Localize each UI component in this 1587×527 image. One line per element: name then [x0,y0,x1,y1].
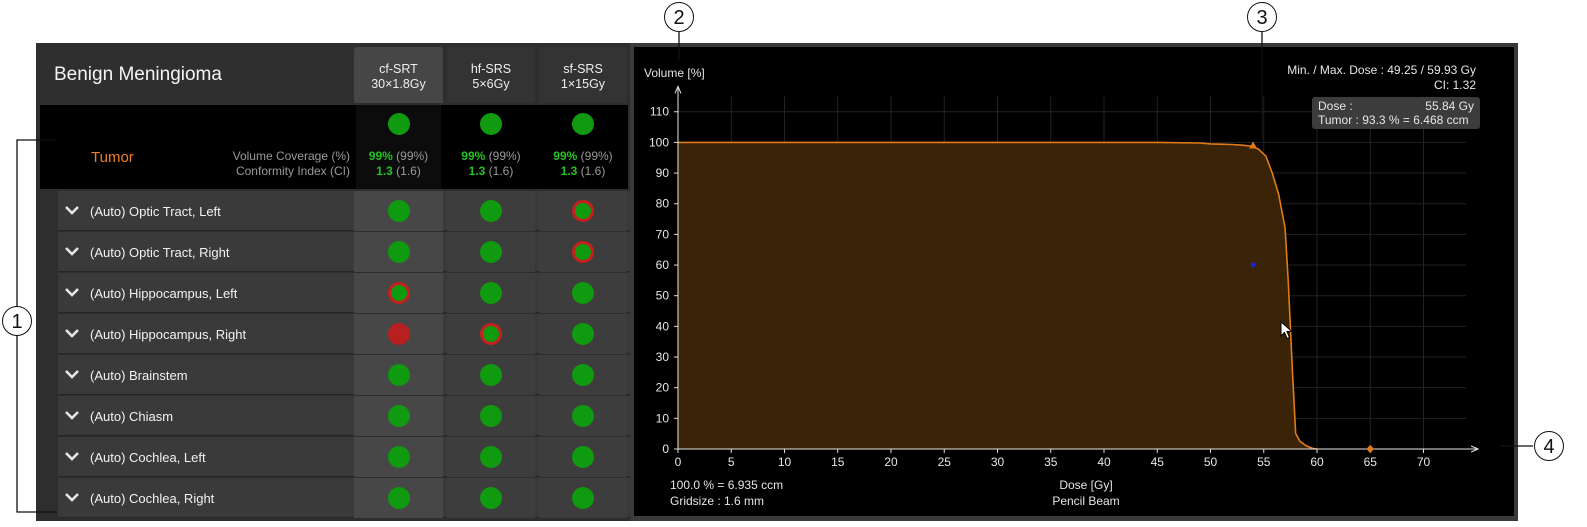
callout-2: 2 [664,2,694,32]
callout-3: 3 [1247,2,1277,32]
callout-1: 1 [2,306,32,336]
annotation-lines [16,32,1533,513]
callout-4: 4 [1534,431,1564,461]
